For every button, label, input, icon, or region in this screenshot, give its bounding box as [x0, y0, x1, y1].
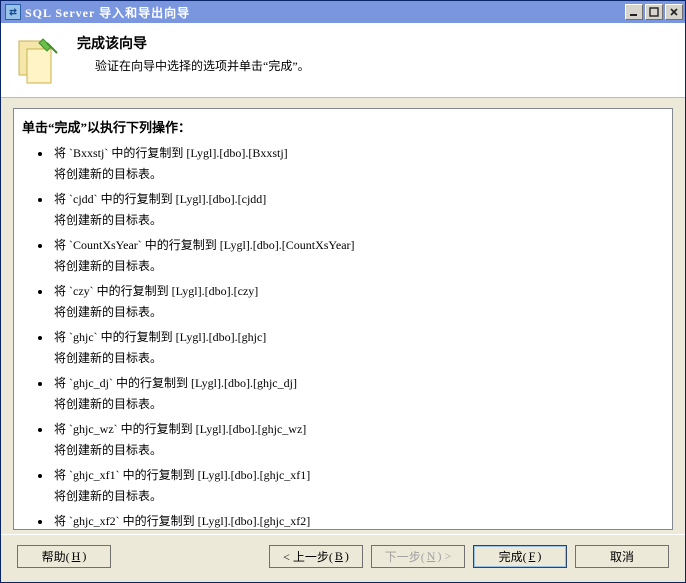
operation-item: 将 `ghjc` 中的行复制到 [Lygl].[dbo].[ghjc] 将创建新的… [52, 328, 668, 366]
operation-item: 将 `ghjc_dj` 中的行复制到 [Lygl].[dbo].[ghjc_dj… [52, 374, 668, 412]
header-title: 完成该向导 [77, 33, 310, 53]
operation-copy-line: 将 `ghjc` 中的行复制到 [Lygl].[dbo].[ghjc] [54, 328, 668, 345]
operation-copy-line: 将 `ghjc_xf2` 中的行复制到 [Lygl].[dbo].[ghjc_x… [54, 512, 668, 529]
operation-copy-line: 将 `CountXsYear` 中的行复制到 [Lygl].[dbo].[Cou… [54, 236, 668, 253]
operation-create-line: 将创建新的目标表。 [54, 349, 668, 366]
operation-create-line: 将创建新的目标表。 [54, 257, 668, 274]
operation-item: 将 `ghjc_wz` 中的行复制到 [Lygl].[dbo].[ghjc_wz… [52, 420, 668, 458]
operation-item: 将 `czy` 中的行复制到 [Lygl].[dbo].[czy] 将创建新的目标… [52, 282, 668, 320]
help-button[interactable]: 帮助(H) [17, 545, 111, 568]
operations-list: 将 `Bxxstj` 中的行复制到 [Lygl].[dbo].[Bxxstj] 将… [18, 144, 668, 530]
finish-button[interactable]: 完成(F) [473, 545, 567, 568]
operation-create-line: 将创建新的目标表。 [54, 395, 668, 412]
window-title: SQL Server 导入和导出向导 [25, 4, 625, 21]
operation-item: 将 `Bxxstj` 中的行复制到 [Lygl].[dbo].[Bxxstj] 将… [52, 144, 668, 182]
operation-copy-line: 将 `ghjc_xf1` 中的行复制到 [Lygl].[dbo].[ghjc_x… [54, 466, 668, 483]
operation-copy-line: 将 `czy` 中的行复制到 [Lygl].[dbo].[czy] [54, 282, 668, 299]
next-button[interactable]: 下一步(N) > [371, 545, 465, 568]
operation-create-line: 将创建新的目标表。 [54, 165, 668, 182]
app-icon: ⇄ [5, 4, 21, 20]
wizard-header: 完成该向导 验证在向导中选择的选项并单击“完成”。 [1, 23, 685, 98]
operation-copy-line: 将 `Bxxstj` 中的行复制到 [Lygl].[dbo].[Bxxstj] [54, 144, 668, 161]
operation-copy-line: 将 `ghjc_dj` 中的行复制到 [Lygl].[dbo].[ghjc_dj… [54, 374, 668, 391]
titlebar: ⇄ SQL Server 导入和导出向导 [1, 1, 685, 23]
operation-copy-line: 将 `cjdd` 中的行复制到 [Lygl].[dbo].[cjdd] [54, 190, 668, 207]
header-text: 完成该向导 验证在向导中选择的选项并单击“完成”。 [77, 31, 310, 74]
operation-item: 将 `cjdd` 中的行复制到 [Lygl].[dbo].[cjdd] 将创建新的… [52, 190, 668, 228]
window-controls [625, 4, 683, 20]
maximize-button[interactable] [645, 4, 663, 20]
wizard-window: ⇄ SQL Server 导入和导出向导 完成该向导 验证在向导中 [0, 0, 686, 583]
close-button[interactable] [665, 4, 683, 20]
header-subtitle: 验证在向导中选择的选项并单击“完成”。 [95, 57, 310, 74]
operation-create-line: 将创建新的目标表。 [54, 487, 668, 504]
operation-create-line: 将创建新的目标表。 [54, 303, 668, 320]
summary-heading: 单击“完成”以执行下列操作： [22, 117, 668, 136]
operation-create-line: 将创建新的目标表。 [54, 211, 668, 228]
wizard-footer: 帮助(H) < 上一步(B) 下一步(N) > 完成(F) 取消 [1, 534, 685, 582]
wizard-logo-icon [13, 37, 63, 87]
operation-item: 将 `CountXsYear` 中的行复制到 [Lygl].[dbo].[Cou… [52, 236, 668, 274]
operation-create-line: 将创建新的目标表。 [54, 441, 668, 458]
content-wrap: 单击“完成”以执行下列操作： 将 `Bxxstj` 中的行复制到 [Lygl].… [1, 98, 685, 534]
back-button[interactable]: < 上一步(B) [269, 545, 363, 568]
operation-copy-line: 将 `ghjc_wz` 中的行复制到 [Lygl].[dbo].[ghjc_wz… [54, 420, 668, 437]
minimize-button[interactable] [625, 4, 643, 20]
operation-item: 将 `ghjc_xf1` 中的行复制到 [Lygl].[dbo].[ghjc_x… [52, 466, 668, 504]
operation-item: 将 `ghjc_xf2` 中的行复制到 [Lygl].[dbo].[ghjc_x… [52, 512, 668, 530]
summary-panel[interactable]: 单击“完成”以执行下列操作： 将 `Bxxstj` 中的行复制到 [Lygl].… [13, 108, 673, 530]
cancel-button[interactable]: 取消 [575, 545, 669, 568]
